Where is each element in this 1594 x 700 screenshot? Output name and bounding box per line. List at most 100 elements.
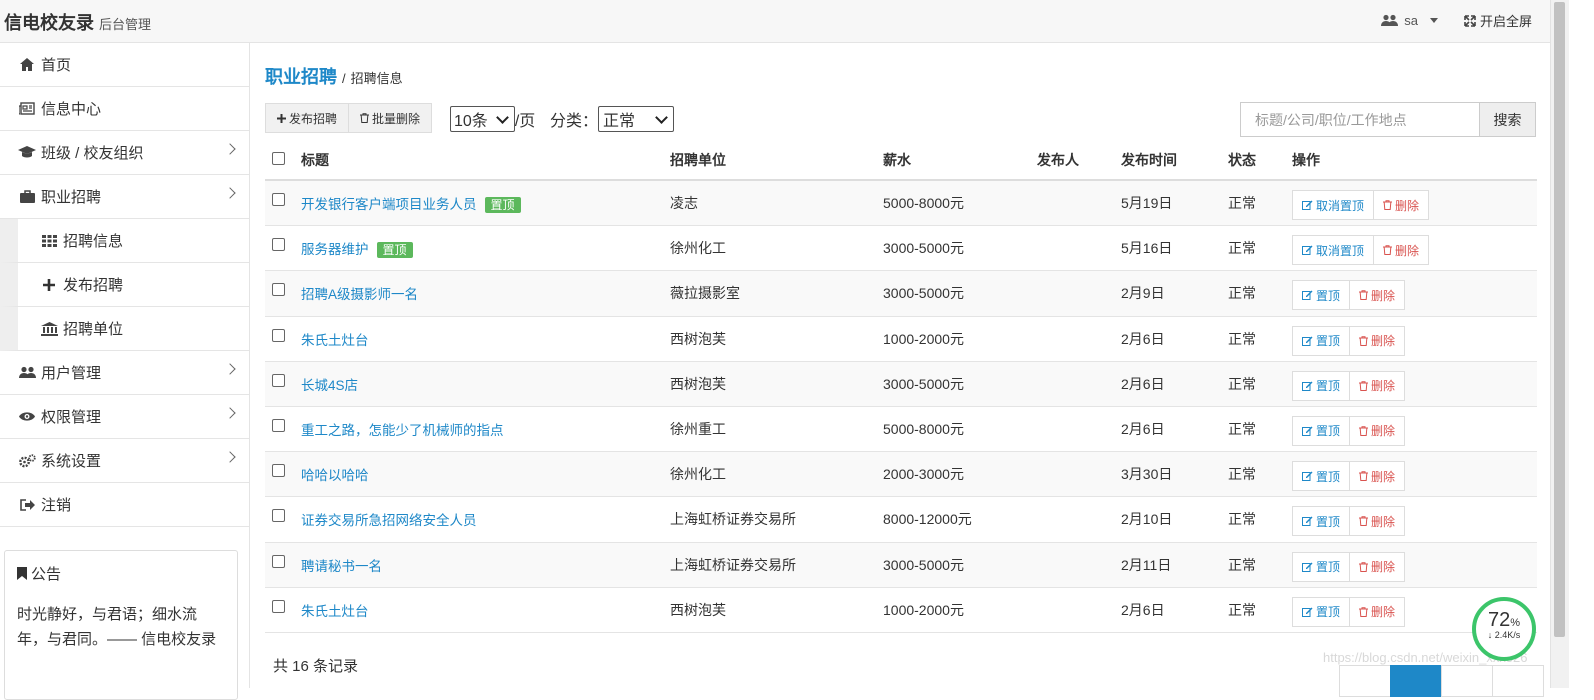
pin-toggle-button[interactable]: 置顶 bbox=[1292, 370, 1351, 401]
trash-icon bbox=[1359, 516, 1369, 527]
job-title-link[interactable]: 朱氏土灶台 bbox=[301, 604, 369, 619]
job-title-link[interactable]: 聘请秘书一名 bbox=[301, 559, 382, 574]
row-checkbox[interactable] bbox=[272, 193, 285, 206]
sidebar-item-home[interactable]: 首页 bbox=[0, 43, 249, 87]
sidebar-item-system-settings[interactable]: 系统设置 bbox=[0, 439, 249, 483]
header-status: 状态 bbox=[1228, 152, 1256, 168]
delete-label: 删除 bbox=[1395, 198, 1420, 213]
batch-delete-button[interactable]: 批量删除 bbox=[349, 103, 433, 133]
search-button[interactable]: 搜索 bbox=[1480, 102, 1536, 137]
gauge-percent-value: 72 bbox=[1487, 609, 1511, 631]
trash-icon bbox=[1359, 426, 1369, 436]
sidebar-item-permission[interactable]: 权限管理 bbox=[0, 395, 249, 439]
gauge-speed: ↓ 2.4K/s bbox=[1487, 630, 1521, 640]
sidebar-item-publish-recruit[interactable]: 发布招聘 bbox=[0, 263, 249, 307]
sidebar-item-career[interactable]: 职业招聘 bbox=[0, 175, 249, 219]
sidebar-item-recruit-unit[interactable]: 招聘单位 bbox=[0, 307, 249, 351]
row-checkbox[interactable] bbox=[272, 328, 285, 342]
pin-toggle-button[interactable]: 置顶 bbox=[1292, 506, 1351, 537]
pagination-page[interactable] bbox=[1441, 665, 1493, 697]
delete-button[interactable]: 删除 bbox=[1350, 415, 1406, 446]
job-title-link[interactable]: 开发银行客户端项目业务人员 bbox=[301, 197, 477, 212]
unit-cell: 徐州化工 bbox=[670, 240, 726, 257]
cogs-icon bbox=[18, 453, 36, 468]
row-checkbox[interactable] bbox=[272, 418, 285, 432]
select-all-checkbox[interactable] bbox=[272, 152, 285, 165]
row-checkbox[interactable] bbox=[272, 283, 285, 297]
title-cell: 开发银行客户端项目业务人员 置顶 bbox=[301, 193, 670, 213]
delete-button[interactable]: 删除 bbox=[1350, 280, 1406, 311]
pin-toggle-button[interactable]: 置顶 bbox=[1292, 280, 1351, 311]
sidebar-item-class-alumni[interactable]: 班级 / 校友组织 bbox=[0, 131, 249, 175]
pin-toggle-label: 取消置顶 bbox=[1316, 243, 1365, 258]
job-title-link[interactable]: 招聘A级摄影师一名 bbox=[301, 287, 418, 302]
page-scrollbar[interactable] bbox=[1550, 0, 1569, 688]
pin-toggle-label: 置顶 bbox=[1316, 379, 1341, 394]
row-select-cell bbox=[265, 238, 301, 254]
plus-icon bbox=[40, 278, 58, 291]
delete-button[interactable]: 删除 bbox=[1350, 551, 1406, 582]
users-icon bbox=[18, 366, 36, 379]
network-speed-widget[interactable]: 72% ↓ 2.4K/s bbox=[1472, 597, 1536, 661]
job-title-link[interactable]: 朱氏土灶台 bbox=[301, 333, 369, 348]
pin-toggle-button[interactable]: 置顶 bbox=[1292, 551, 1351, 582]
page-size-select[interactable]: 10条 bbox=[450, 106, 515, 132]
trash-icon bbox=[1359, 561, 1369, 572]
job-title-link[interactable]: 证券交易所急招网络安全人员 bbox=[301, 513, 477, 528]
pin-toggle-button[interactable]: 取消置顶 bbox=[1292, 235, 1375, 266]
pin-toggle-button[interactable]: 置顶 bbox=[1292, 415, 1351, 446]
job-title-link[interactable]: 重工之路，怎能少了机械师的指点 bbox=[301, 423, 504, 438]
fullscreen-button[interactable]: 开启全屏 bbox=[1464, 11, 1532, 30]
chevron-right-icon bbox=[224, 187, 236, 199]
notice-title-text: 公告 bbox=[31, 566, 62, 583]
row-select-cell bbox=[265, 464, 301, 480]
time-cell: 2月10日 bbox=[1121, 511, 1173, 528]
pagination-page-active[interactable] bbox=[1390, 665, 1442, 697]
pagination-next[interactable] bbox=[1492, 665, 1544, 697]
sidebar-item-info-center[interactable]: 信息中心 bbox=[0, 87, 249, 131]
delete-button[interactable]: 删除 bbox=[1350, 325, 1406, 356]
salary-cell: 3000-5000元 bbox=[883, 375, 964, 392]
delete-button[interactable]: 删除 bbox=[1374, 190, 1430, 220]
row-checkbox[interactable] bbox=[272, 599, 285, 613]
table-body: 开发银行客户端项目业务人员 置顶 凌志 5000-8000元 5月19日 正常 取消置顶 删除… bbox=[265, 181, 1537, 633]
row-checkbox[interactable] bbox=[272, 238, 285, 252]
delete-button[interactable]: 删除 bbox=[1350, 370, 1406, 401]
category-select[interactable]: 正常 bbox=[598, 106, 675, 132]
time-cell: 2月6日 bbox=[1121, 420, 1165, 437]
edit-icon bbox=[1302, 562, 1313, 572]
delete-button[interactable]: 删除 bbox=[1350, 596, 1406, 627]
chevron-down-icon bbox=[655, 110, 668, 124]
salary-cell: 3000-5000元 bbox=[883, 285, 964, 302]
page-size-value: 10条 bbox=[454, 113, 488, 130]
salary-cell: 1000-2000元 bbox=[883, 330, 964, 347]
scrollbar-thumb[interactable] bbox=[1554, 2, 1565, 637]
sidebar-item-user-management[interactable]: 用户管理 bbox=[0, 351, 249, 395]
row-checkbox[interactable] bbox=[272, 509, 285, 523]
search-input[interactable]: 标题/公司/职位/工作地点 bbox=[1240, 102, 1480, 137]
job-title-link[interactable]: 服务器维护 bbox=[301, 242, 369, 257]
row-checkbox[interactable] bbox=[272, 464, 285, 478]
pin-toggle-button[interactable]: 取消置顶 bbox=[1292, 190, 1375, 220]
job-title-link[interactable]: 哈哈以哈哈 bbox=[301, 468, 369, 483]
pin-toggle-button[interactable]: 置顶 bbox=[1292, 596, 1351, 627]
pin-toggle-button[interactable]: 置顶 bbox=[1292, 461, 1351, 492]
breadcrumb-section[interactable]: 职业招聘 bbox=[265, 67, 337, 87]
delete-label: 删除 bbox=[1371, 334, 1396, 349]
user-menu[interactable]: sa bbox=[1381, 13, 1438, 28]
sidebar-item-recruit-info[interactable]: 招聘信息 bbox=[0, 219, 249, 263]
job-title-link[interactable]: 长城4S店 bbox=[301, 378, 358, 393]
pin-toggle-label: 置顶 bbox=[1316, 605, 1341, 620]
sidebar-item-logout[interactable]: 注销 bbox=[0, 483, 249, 527]
edit-icon bbox=[1302, 336, 1313, 346]
brand[interactable]: 信电校友录 后台管理 bbox=[4, 9, 151, 35]
delete-button[interactable]: 删除 bbox=[1350, 506, 1406, 537]
row-checkbox[interactable] bbox=[272, 554, 285, 568]
pin-toggle-button[interactable]: 置顶 bbox=[1292, 325, 1351, 356]
publish-recruit-button[interactable]: 发布招聘 bbox=[265, 103, 350, 133]
row-checkbox[interactable] bbox=[272, 373, 285, 387]
delete-button[interactable]: 删除 bbox=[1374, 235, 1430, 266]
top-bar: 信电校友录 后台管理 sa 开启全屏 bbox=[0, 0, 1550, 43]
delete-button[interactable]: 删除 bbox=[1350, 461, 1406, 492]
pagination-prev[interactable] bbox=[1339, 665, 1391, 697]
